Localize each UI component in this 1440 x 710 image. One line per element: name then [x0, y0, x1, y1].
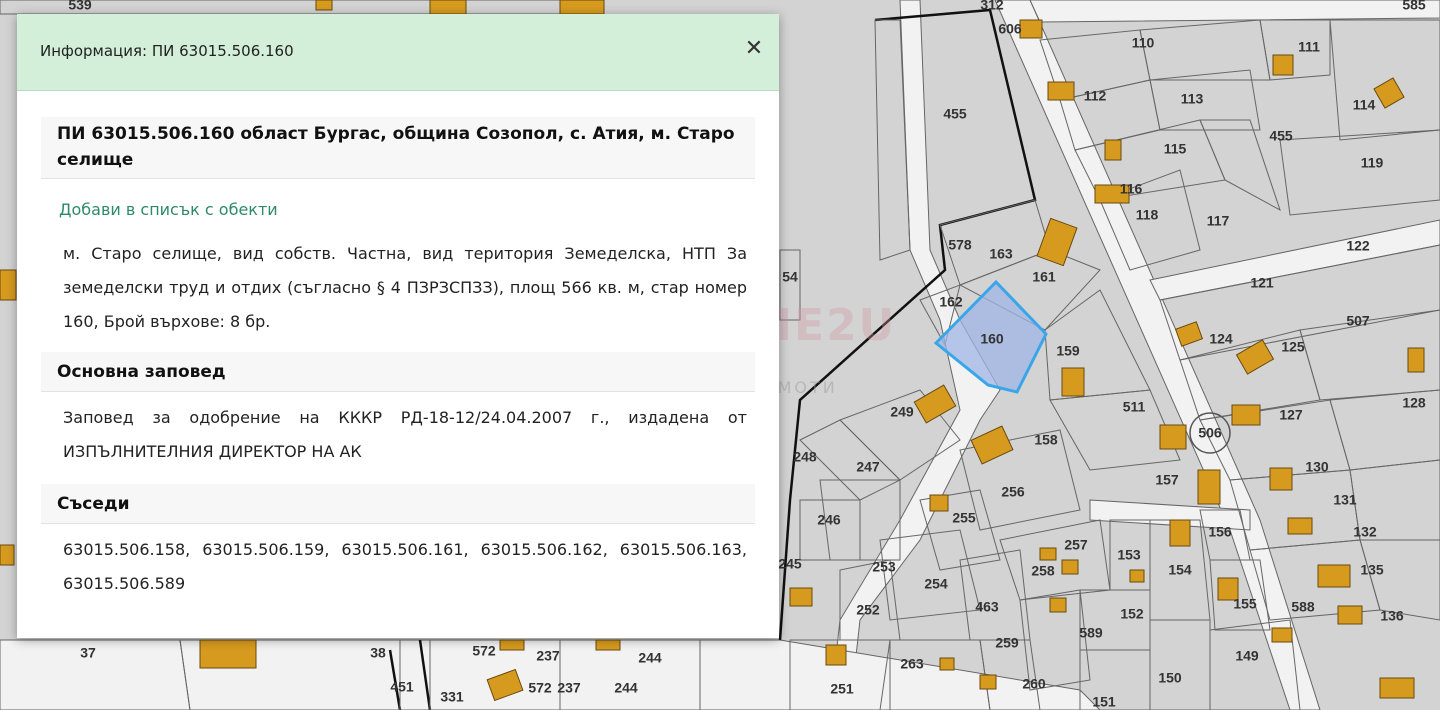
- parcel-label: 331: [440, 689, 464, 705]
- parcel-label: 257: [1064, 537, 1088, 553]
- parcel-label: 159: [1056, 343, 1080, 359]
- parcel-label: 151: [1092, 694, 1116, 710]
- parcel-label: 131: [1333, 492, 1357, 508]
- parcel-label: 251: [830, 681, 854, 697]
- parcel-label: 156: [1208, 524, 1232, 540]
- parcel-label: 124: [1209, 331, 1233, 347]
- parcel-label: 455: [943, 106, 967, 122]
- parcel-label: 37: [80, 645, 96, 661]
- parcel-label: 162: [939, 294, 963, 310]
- parcel-label: 244: [614, 680, 638, 696]
- parcel-label: 256: [1001, 484, 1025, 500]
- parcel-label: 572: [528, 680, 552, 696]
- parcel-label: 606: [998, 21, 1022, 37]
- add-to-list-link[interactable]: Добави в списък с обекти: [59, 200, 278, 219]
- parcel-label: 588: [1291, 599, 1315, 615]
- parcel-label: 114: [1353, 97, 1376, 113]
- parcel-label: 130: [1305, 459, 1329, 475]
- parcel-label: 578: [948, 237, 972, 253]
- parcel-label: 245: [778, 556, 802, 572]
- parcel-label: 153: [1117, 547, 1141, 563]
- road-top: [1029, 0, 1440, 23]
- parcel-label: 260: [1022, 676, 1046, 692]
- parcel-label: 255: [952, 510, 976, 526]
- parcel-label: 246: [817, 512, 841, 528]
- property-description: м. Старо селище, вид собств. Частна, вид…: [63, 244, 747, 331]
- parcel-label: 585: [1402, 0, 1426, 13]
- panel-header: Информация: ПИ 63015.506.160 ✕: [17, 14, 779, 91]
- close-button[interactable]: ✕: [743, 38, 765, 60]
- parcel-label: 121: [1250, 275, 1274, 291]
- parcel-label: 111: [1298, 39, 1320, 55]
- parcel-label: 252: [856, 602, 880, 618]
- parcel-label: 115: [1164, 141, 1187, 157]
- parcel-label: 157: [1155, 472, 1179, 488]
- parcel-label: 455: [1269, 128, 1293, 144]
- parcel-label: 116: [1120, 181, 1143, 197]
- parcel-label: 160: [980, 331, 1004, 347]
- panel-title: Информация: ПИ 63015.506.160: [40, 42, 294, 60]
- street-number-label: 506: [1198, 425, 1222, 441]
- parcel-label: 149: [1235, 648, 1259, 664]
- parcel-label: 113: [1181, 91, 1204, 107]
- parcel-label: 135: [1360, 562, 1384, 578]
- parcel-label: 155: [1233, 596, 1257, 612]
- info-panel: Информация: ПИ 63015.506.160 ✕ ПИ 63015.…: [17, 14, 779, 638]
- parcel-label: 132: [1353, 524, 1377, 540]
- parcel-label: 38: [370, 645, 386, 661]
- order-text: Заповед за одобрение на КККР РД-18-12/24…: [63, 408, 747, 461]
- parcel-label: 125: [1281, 339, 1305, 355]
- order-heading: Основна заповед: [41, 352, 755, 392]
- parcel-label: 117: [1207, 213, 1230, 229]
- neighbors-heading: Съседи: [41, 484, 755, 524]
- parcel-label: 163: [989, 246, 1013, 262]
- parcel-label: 244: [638, 650, 662, 666]
- parcel-label: 158: [1034, 432, 1058, 448]
- parcel-label: 237: [557, 680, 581, 696]
- parcel-label: 247: [856, 459, 880, 475]
- parcel-label: 572: [472, 643, 496, 659]
- parcel-label: 254: [924, 576, 948, 592]
- parcel-label: 258: [1031, 563, 1055, 579]
- parcel-label: 112: [1084, 88, 1107, 104]
- parcel-label: 312: [980, 0, 1004, 13]
- parcel-label: 154: [1168, 562, 1192, 578]
- parcel-label: 161: [1032, 269, 1056, 285]
- parcel-label: 253: [872, 559, 896, 575]
- parcel-label: 152: [1120, 606, 1144, 622]
- parcel-label: 263: [900, 656, 924, 672]
- parcel-label: 259: [995, 635, 1019, 651]
- parcel-label: 118: [1136, 207, 1159, 223]
- parcel-label: 539: [68, 0, 92, 13]
- parcel-label: 511: [1123, 399, 1146, 415]
- parcel-label: 127: [1279, 407, 1303, 423]
- parcel-label: 128: [1402, 395, 1426, 411]
- neighbors-list: 63015.506.158, 63015.506.159, 63015.506.…: [63, 540, 747, 593]
- parcel-label: 248: [793, 449, 817, 465]
- parcel-label: 237: [536, 648, 560, 664]
- parcel-label: 249: [890, 404, 914, 420]
- parcel-label: 463: [975, 599, 999, 615]
- parcel-label: 110: [1132, 35, 1155, 51]
- parcel-label: 119: [1361, 155, 1384, 171]
- parcel-label: 136: [1380, 608, 1404, 624]
- parcel-label: 122: [1346, 238, 1370, 254]
- parcel-label: 54: [782, 269, 798, 285]
- parcel-label: 150: [1158, 670, 1182, 686]
- property-title: ПИ 63015.506.160 област Бургас, община С…: [41, 117, 755, 179]
- parcel-label: 451: [390, 679, 414, 695]
- parcel-label: 589: [1079, 625, 1103, 641]
- parcel-label: 507: [1346, 313, 1370, 329]
